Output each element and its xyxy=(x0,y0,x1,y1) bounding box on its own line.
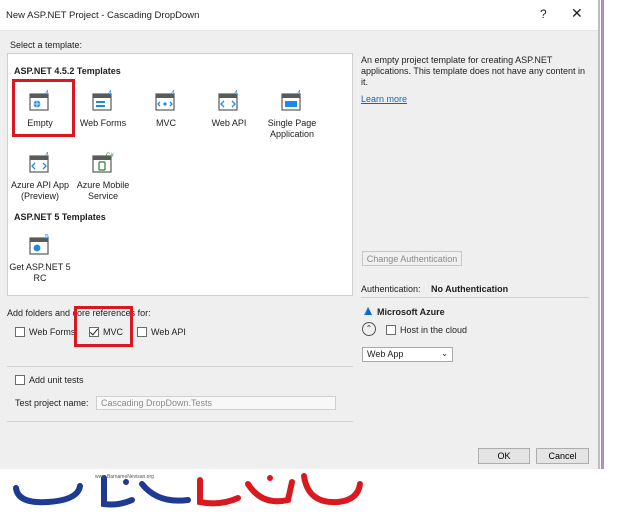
chevron-down-icon: ⌄ xyxy=(441,349,448,358)
azure-api-icon: 4 xyxy=(29,152,49,173)
add-unit-tests-checkbox[interactable] xyxy=(15,375,25,385)
group-heading-aspnet452: ASP.NET 4.5.2 Templates xyxy=(14,66,121,76)
template-azure-mobile-service[interactable]: C# Azure Mobile Service xyxy=(70,150,136,202)
divider xyxy=(7,421,353,422)
description-text: An empty project template for creating A… xyxy=(361,55,585,87)
version-badge: 5 xyxy=(45,234,49,241)
divider xyxy=(361,297,589,298)
collapse-chevron-icon[interactable]: ⌃ xyxy=(362,322,376,336)
template-label: Web API xyxy=(211,118,247,128)
version-badge: 4 xyxy=(171,90,175,97)
web-forms-icon: 4 xyxy=(92,90,112,111)
template-label: Single Page Application xyxy=(267,118,317,139)
selection-highlight xyxy=(12,79,75,137)
azure-icon xyxy=(363,306,373,316)
azure-service-dropdown[interactable]: Web App ⌄ xyxy=(362,347,453,362)
mvc-icon: 4 xyxy=(155,90,175,111)
divider xyxy=(7,366,353,367)
web-forms-option-label: Web Forms xyxy=(29,327,76,337)
template-label: MVC xyxy=(156,118,176,128)
help-icon[interactable]: ? xyxy=(540,7,547,21)
azure-heading: Microsoft Azure xyxy=(377,307,445,317)
version-badge: 4 xyxy=(297,90,301,97)
version-badge: 4 xyxy=(234,90,238,97)
host-in-cloud-checkbox[interactable] xyxy=(386,325,396,335)
azure-mobile-icon: C# xyxy=(92,153,114,173)
template-label: Azure Mobile Service xyxy=(76,180,130,201)
change-authentication-button[interactable]: Change Authentication xyxy=(362,251,462,266)
web-api-icon: 4 xyxy=(218,90,238,111)
cancel-button[interactable]: Cancel xyxy=(536,448,589,464)
web-api-option-label: Web API xyxy=(151,327,186,337)
dropdown-value: Web App xyxy=(367,349,404,359)
web-forms-checkbox[interactable] xyxy=(15,327,25,337)
ok-button[interactable]: OK xyxy=(478,448,530,464)
new-project-dialog: New ASP.NET Project - Cascading DropDown… xyxy=(0,0,599,469)
template-label: Get ASP.NET 5 RC xyxy=(9,262,71,283)
web-api-checkbox[interactable] xyxy=(137,327,147,337)
version-badge: 4 xyxy=(45,152,49,159)
spa-icon: 4 xyxy=(281,90,301,111)
add-unit-tests-label: Add unit tests xyxy=(29,375,84,385)
learn-more-link[interactable]: Learn more xyxy=(361,94,407,104)
template-web-api[interactable]: 4 Web API xyxy=(196,88,262,129)
watermark-url: www.BarnameNevisan.org xyxy=(95,474,154,480)
group-heading-aspnet5: ASP.NET 5 Templates xyxy=(14,212,106,222)
template-description: An empty project template for creating A… xyxy=(361,55,589,105)
window-title: New ASP.NET Project - Cascading DropDown xyxy=(6,10,200,21)
template-get-aspnet5-rc[interactable]: 5 Get ASP.NET 5 RC xyxy=(7,232,73,284)
barnamenevisan-logo xyxy=(13,473,363,508)
host-in-cloud-label: Host in the cloud xyxy=(400,325,468,335)
authentication-label: Authentication: xyxy=(361,284,421,294)
test-project-name-label: Test project name: xyxy=(15,398,89,408)
template-label: Web Forms xyxy=(79,118,127,128)
window-edge-accent xyxy=(601,0,604,469)
template-single-page-application[interactable]: 4 Single Page Application xyxy=(259,88,325,140)
template-azure-api-app[interactable]: 4 Azure API App (Preview) xyxy=(7,150,73,202)
close-icon[interactable]: ✕ xyxy=(571,5,583,22)
template-label: Azure API App (Preview) xyxy=(10,180,70,201)
template-mvc[interactable]: 4 MVC xyxy=(133,88,199,129)
window-edge xyxy=(598,0,600,469)
aspnet5-icon: 5 xyxy=(29,234,49,255)
version-badge: 4 xyxy=(108,90,112,97)
language-badge: C# xyxy=(106,153,114,159)
test-project-name-field[interactable]: Cascading DropDown.Tests xyxy=(96,396,336,410)
authentication-value: No Authentication xyxy=(431,284,509,294)
template-web-forms[interactable]: 4 Web Forms xyxy=(70,88,136,129)
select-template-label: Select a template: xyxy=(10,40,83,50)
selection-highlight xyxy=(74,306,133,347)
